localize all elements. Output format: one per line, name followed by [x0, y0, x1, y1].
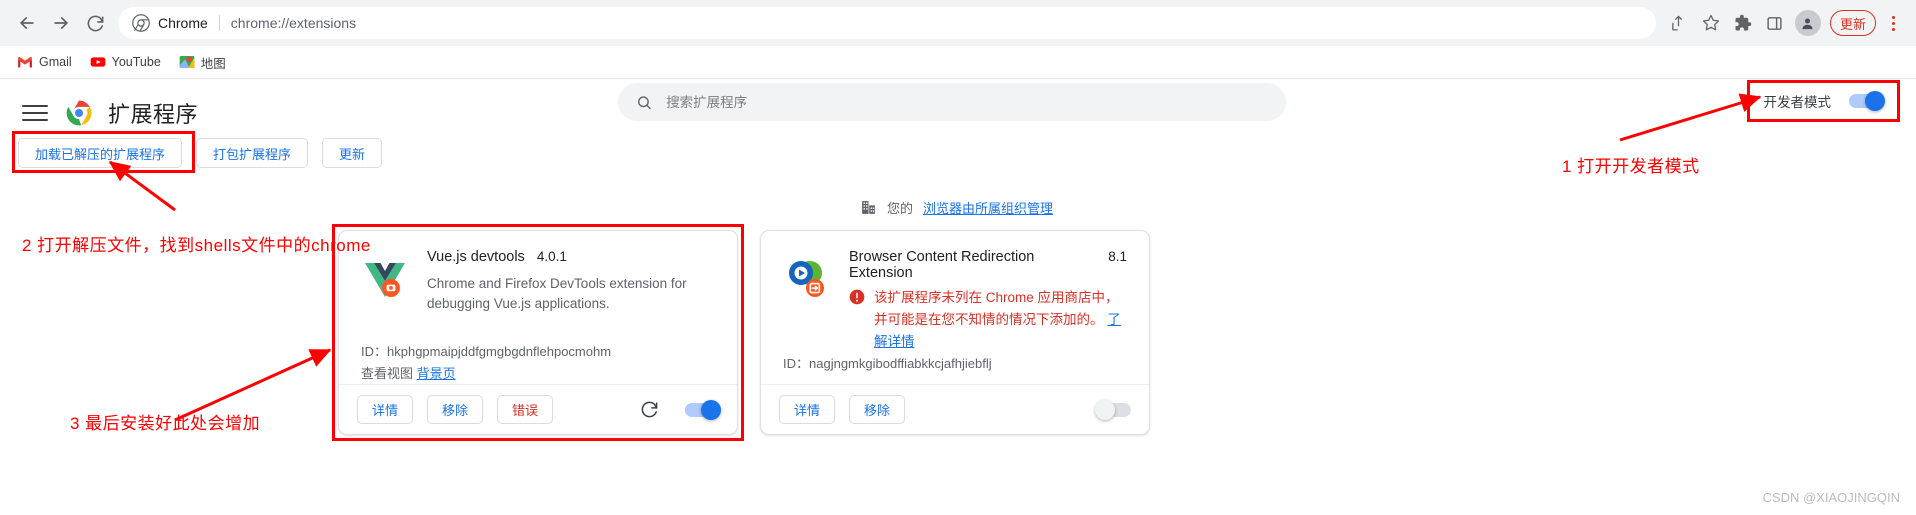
profile-avatar-icon[interactable]: [1794, 10, 1821, 36]
card-text-block: Vue.js devtools 4.0.1 Chrome and Firefox…: [427, 249, 707, 314]
managed-browser-notice: 您的 浏览器由所属组织管理: [860, 198, 1053, 217]
extension-id-value: nagjngmkgibodffiabkkcjafhjiebflj: [809, 356, 992, 371]
extension-warning-text-wrap: 该扩展程序未列在 Chrome 应用商店中，并可能是在您不知情的情况下添加的。 …: [874, 287, 1127, 353]
remove-button[interactable]: 移除: [427, 395, 484, 424]
bookmark-star-icon[interactable]: [1696, 8, 1726, 38]
bookmark-youtube[interactable]: YouTube: [83, 51, 168, 73]
share-icon[interactable]: [1664, 8, 1694, 38]
chrome-site-icon: [132, 14, 150, 32]
citrix-redirection-icon: [783, 255, 831, 303]
bookmarks-bar: Gmail YouTube 地图: [0, 46, 1916, 79]
extension-name-row: Browser Content Redirection Extension 8.…: [849, 249, 1127, 281]
card-text-block: Browser Content Redirection Extension 8.…: [849, 249, 1127, 353]
three-dot-menu-icon[interactable]: [1880, 8, 1906, 38]
details-button[interactable]: 详情: [779, 395, 836, 424]
update-button[interactable]: 更新: [1829, 10, 1876, 36]
search-input[interactable]: [666, 94, 1268, 110]
errors-button[interactable]: 错误: [497, 395, 554, 424]
card-footer: 详情 移除: [761, 384, 1149, 434]
bookmark-maps[interactable]: 地图: [172, 50, 233, 75]
gmail-icon: [18, 56, 32, 68]
card-footer-right: [640, 399, 721, 420]
remove-button[interactable]: 移除: [849, 395, 906, 424]
card-body: Vue.js devtools 4.0.1 Chrome and Firefox…: [339, 231, 737, 386]
developer-mode-toggle[interactable]: [1849, 91, 1885, 111]
page-title: 扩展程序: [108, 102, 199, 127]
extension-id: ID：hkphgpmaipjddfgmgbgdnflehpocmohm: [361, 341, 611, 360]
card-top: Browser Content Redirection Extension 8.…: [783, 249, 1127, 353]
annotation-step-1: 1 打开开发者模式: [1562, 157, 1700, 176]
extension-version: 4.0.1: [536, 249, 567, 264]
extension-enable-toggle[interactable]: [1095, 399, 1131, 420]
extension-name: Vue.js devtools: [427, 249, 525, 265]
forward-arrow-icon[interactable]: [44, 6, 78, 40]
extension-card-browser-content-redirection: Browser Content Redirection Extension 8.…: [760, 230, 1150, 435]
reload-icon[interactable]: [640, 400, 659, 419]
pack-extension-button[interactable]: 打包扩展程序: [196, 138, 309, 168]
maps-icon: [179, 56, 195, 68]
update-button-label: 更新: [1839, 16, 1866, 32]
extension-card-vue-devtools: Vue.js devtools 4.0.1 Chrome and Firefox…: [338, 230, 738, 435]
browser-toolbar: Chrome chrome://extensions 更新: [0, 0, 1916, 46]
back-arrow-icon[interactable]: [10, 6, 44, 40]
browser-window: Chrome chrome://extensions 更新 Gmail YouT…: [0, 0, 1916, 515]
card-footer: 详情 移除 错误: [339, 384, 737, 434]
extension-version: 8.1: [1108, 249, 1127, 264]
error-circle-icon: [849, 289, 865, 305]
bookmark-label: YouTube: [111, 55, 161, 69]
developer-mode-control[interactable]: 开发者模式: [1746, 80, 1900, 122]
extension-views: 查看视图 背景页: [361, 363, 456, 382]
managed-notice-link[interactable]: 浏览器由所属组织管理: [923, 198, 1053, 217]
extension-id-value: hkphgpmaipjddfgmgbgdnflehpocmohm: [387, 344, 612, 359]
address-bar[interactable]: Chrome chrome://extensions: [118, 7, 1656, 39]
hamburger-menu-icon[interactable]: [22, 100, 48, 126]
toolbar-actions: 更新: [1664, 8, 1906, 38]
card-top: Vue.js devtools 4.0.1 Chrome and Firefox…: [361, 249, 715, 314]
extension-enable-toggle[interactable]: [685, 399, 721, 420]
managed-notice-prefix: 您的: [887, 201, 914, 216]
youtube-icon: [90, 57, 105, 67]
extension-description: Chrome and Firefox DevTools extension fo…: [427, 276, 687, 311]
vue-logo-icon: [361, 255, 409, 303]
annotation-step-2: 2 打开解压文件，找到shells文件中的chrome: [22, 236, 371, 255]
search-icon: [638, 95, 651, 109]
extensions-puzzle-icon[interactable]: [1728, 8, 1758, 38]
bookmark-label: Gmail: [39, 55, 72, 69]
extension-id: ID：nagjngmkgibodffiabkkcjafhjiebflj: [783, 353, 992, 372]
extension-warning-text: 该扩展程序未列在 Chrome 应用商店中，并可能是在您不知情的情况下添加的。: [874, 290, 1119, 327]
toggle-knob: [1095, 399, 1115, 420]
omnibox-url: chrome://extensions: [230, 15, 357, 31]
omnibox-site-label: Chrome: [158, 15, 208, 31]
reload-icon[interactable]: [78, 6, 112, 40]
extension-name: Browser Content Redirection Extension: [849, 249, 1035, 281]
search-extensions-box[interactable]: [618, 83, 1286, 121]
toggle-knob: [701, 399, 721, 420]
card-footer-right: [1095, 399, 1131, 420]
update-extensions-button[interactable]: 更新: [322, 138, 383, 168]
chrome-logo-icon: [66, 100, 92, 126]
side-panel-icon[interactable]: [1760, 8, 1790, 38]
developer-mode-label: 开发者模式: [1763, 95, 1832, 110]
extension-name-row: Vue.js devtools 4.0.1: [427, 249, 707, 265]
extension-id-label: ID：: [361, 344, 388, 359]
watermark: CSDN @XIAOJINGQIN: [1762, 490, 1900, 505]
bookmark-gmail[interactable]: Gmail: [10, 51, 79, 73]
extension-warning: 该扩展程序未列在 Chrome 应用商店中，并可能是在您不知情的情况下添加的。 …: [849, 287, 1127, 353]
arrow-to-load-unpacked: [108, 160, 176, 212]
omnibox-separator: [218, 15, 220, 31]
card-body: Browser Content Redirection Extension 8.…: [761, 231, 1149, 386]
views-label: 查看视图: [361, 366, 414, 381]
details-button[interactable]: 详情: [357, 395, 414, 424]
annotation-step-3: 3 最后安装好此处会增加: [70, 414, 261, 433]
views-background-page-link[interactable]: 背景页: [417, 366, 456, 381]
bookmark-label: 地图: [200, 56, 226, 71]
load-unpacked-button[interactable]: 加载已解压的扩展程序: [18, 138, 183, 168]
extension-id-label: ID：: [783, 356, 810, 371]
extensions-action-buttons: 加载已解压的扩展程序 打包扩展程序 更新: [18, 138, 383, 168]
toggle-knob: [1865, 91, 1885, 111]
enterprise-building-icon: [862, 201, 875, 214]
